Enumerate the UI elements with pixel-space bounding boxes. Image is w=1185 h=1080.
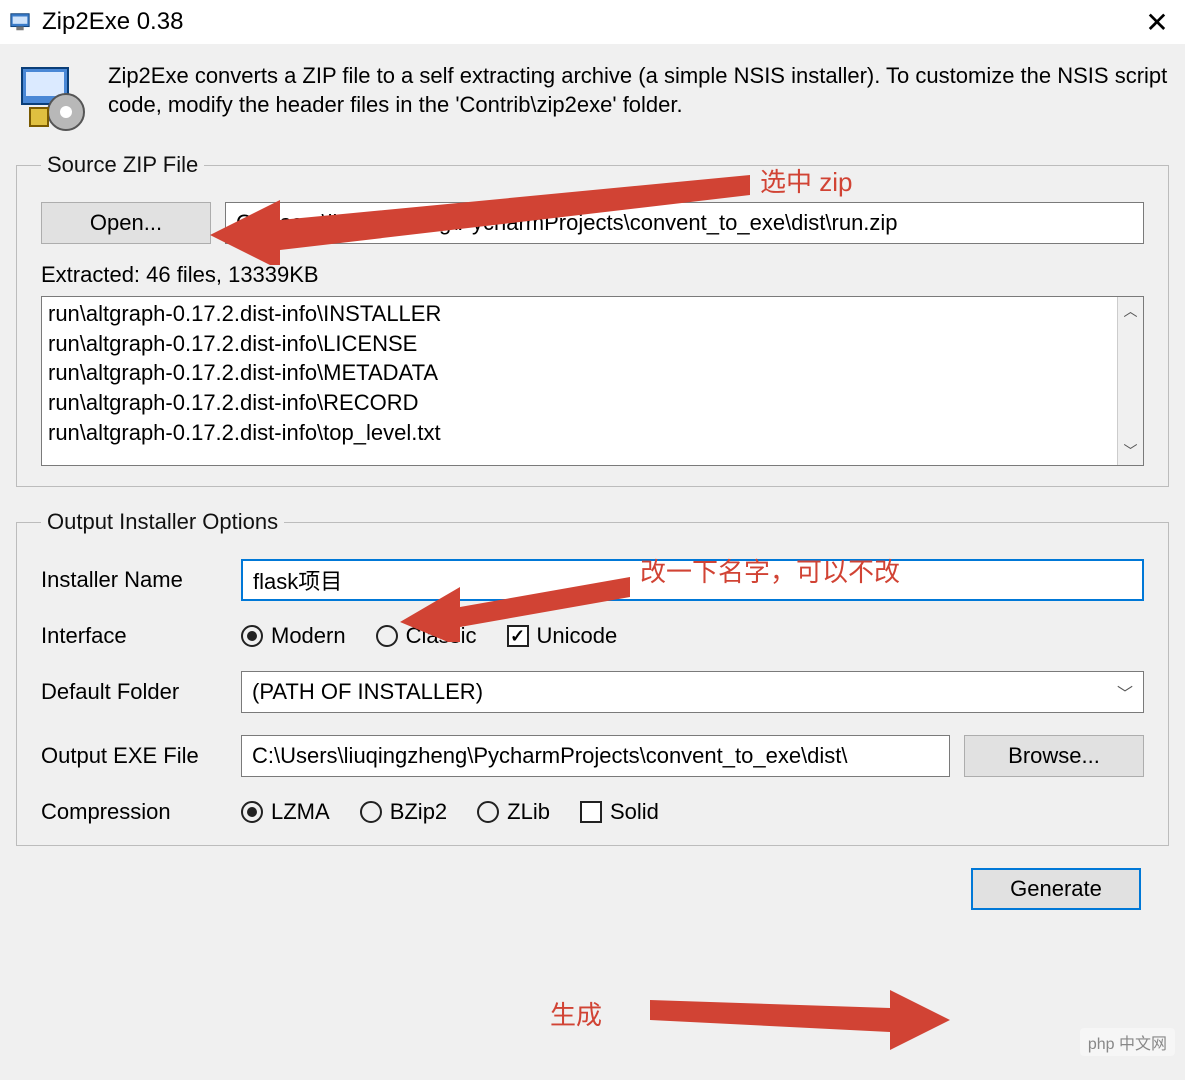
checkbox-unicode[interactable]: Unicode — [507, 623, 618, 649]
close-icon[interactable]: ✕ — [1137, 6, 1177, 39]
radio-compression-lzma[interactable]: LZMA — [241, 799, 330, 825]
source-zip-path-field[interactable] — [225, 202, 1144, 244]
watermark: php 中文网 — [1080, 1028, 1175, 1056]
label-default-folder: Default Folder — [41, 679, 241, 705]
list-item: run\altgraph-0.17.2.dist-info\RECORD — [48, 388, 1111, 418]
checkbox-icon — [580, 801, 602, 823]
radio-label: Modern — [271, 623, 346, 649]
select-value: (PATH OF INSTALLER) — [252, 679, 483, 705]
open-button[interactable]: Open... — [41, 202, 211, 244]
radio-icon — [376, 625, 398, 647]
radio-interface-modern[interactable]: Modern — [241, 623, 346, 649]
radio-icon — [241, 625, 263, 647]
list-scrollbar[interactable]: ︿ ﹀ — [1117, 297, 1143, 465]
list-item: run\altgraph-0.17.2.dist-info\top_level.… — [48, 418, 1111, 448]
legend-source: Source ZIP File — [41, 152, 204, 178]
extracted-files-list[interactable]: run\altgraph-0.17.2.dist-info\INSTALLER … — [41, 296, 1144, 466]
extracted-summary: Extracted: 46 files, 13339KB — [41, 262, 1144, 288]
label-interface: Interface — [41, 623, 241, 649]
list-item: run\altgraph-0.17.2.dist-info\METADATA — [48, 358, 1111, 388]
scroll-down-icon[interactable]: ﹀ — [1118, 437, 1143, 465]
label-installer-name: Installer Name — [41, 567, 241, 593]
app-icon — [16, 62, 88, 134]
legend-output: Output Installer Options — [41, 509, 284, 535]
radio-icon — [477, 801, 499, 823]
radio-interface-classic[interactable]: Classic — [376, 623, 477, 649]
generate-button[interactable]: Generate — [971, 868, 1141, 910]
chevron-down-icon: ﹀ — [1117, 680, 1133, 704]
app-small-icon — [8, 10, 32, 34]
group-source-zip: Source ZIP File Open... Extracted: 46 fi… — [16, 152, 1169, 487]
checkbox-solid[interactable]: Solid — [580, 799, 659, 825]
radio-icon — [241, 801, 263, 823]
arrow-icon — [650, 990, 950, 1050]
radio-label: Classic — [406, 623, 477, 649]
intro-text: Zip2Exe converts a ZIP file to a self ex… — [108, 62, 1169, 119]
window-title: Zip2Exe 0.38 — [42, 8, 1137, 36]
radio-compression-bzip2[interactable]: BZip2 — [360, 799, 447, 825]
radio-icon — [360, 801, 382, 823]
list-item: run\altgraph-0.17.2.dist-info\LICENSE — [48, 329, 1111, 359]
checkbox-label: Solid — [610, 799, 659, 825]
titlebar: Zip2Exe 0.38 ✕ — [0, 0, 1185, 44]
installer-name-field[interactable] — [241, 559, 1144, 601]
checkbox-label: Unicode — [537, 623, 618, 649]
radio-label: ZLib — [507, 799, 550, 825]
browse-button[interactable]: Browse... — [964, 735, 1144, 777]
radio-label: BZip2 — [390, 799, 447, 825]
scroll-up-icon[interactable]: ︿ — [1118, 297, 1143, 325]
annotation-generate: 生成 — [550, 995, 602, 1032]
group-output-options: Output Installer Options Installer Name … — [16, 509, 1169, 846]
radio-compression-zlib[interactable]: ZLib — [477, 799, 550, 825]
default-folder-select[interactable]: (PATH OF INSTALLER) ﹀ — [241, 671, 1144, 713]
label-output-exe: Output EXE File — [41, 743, 241, 769]
list-item: run\altgraph-0.17.2.dist-info\INSTALLER — [48, 299, 1111, 329]
checkbox-icon — [507, 625, 529, 647]
radio-label: LZMA — [271, 799, 330, 825]
label-compression: Compression — [41, 799, 241, 825]
output-exe-field[interactable] — [241, 735, 950, 777]
